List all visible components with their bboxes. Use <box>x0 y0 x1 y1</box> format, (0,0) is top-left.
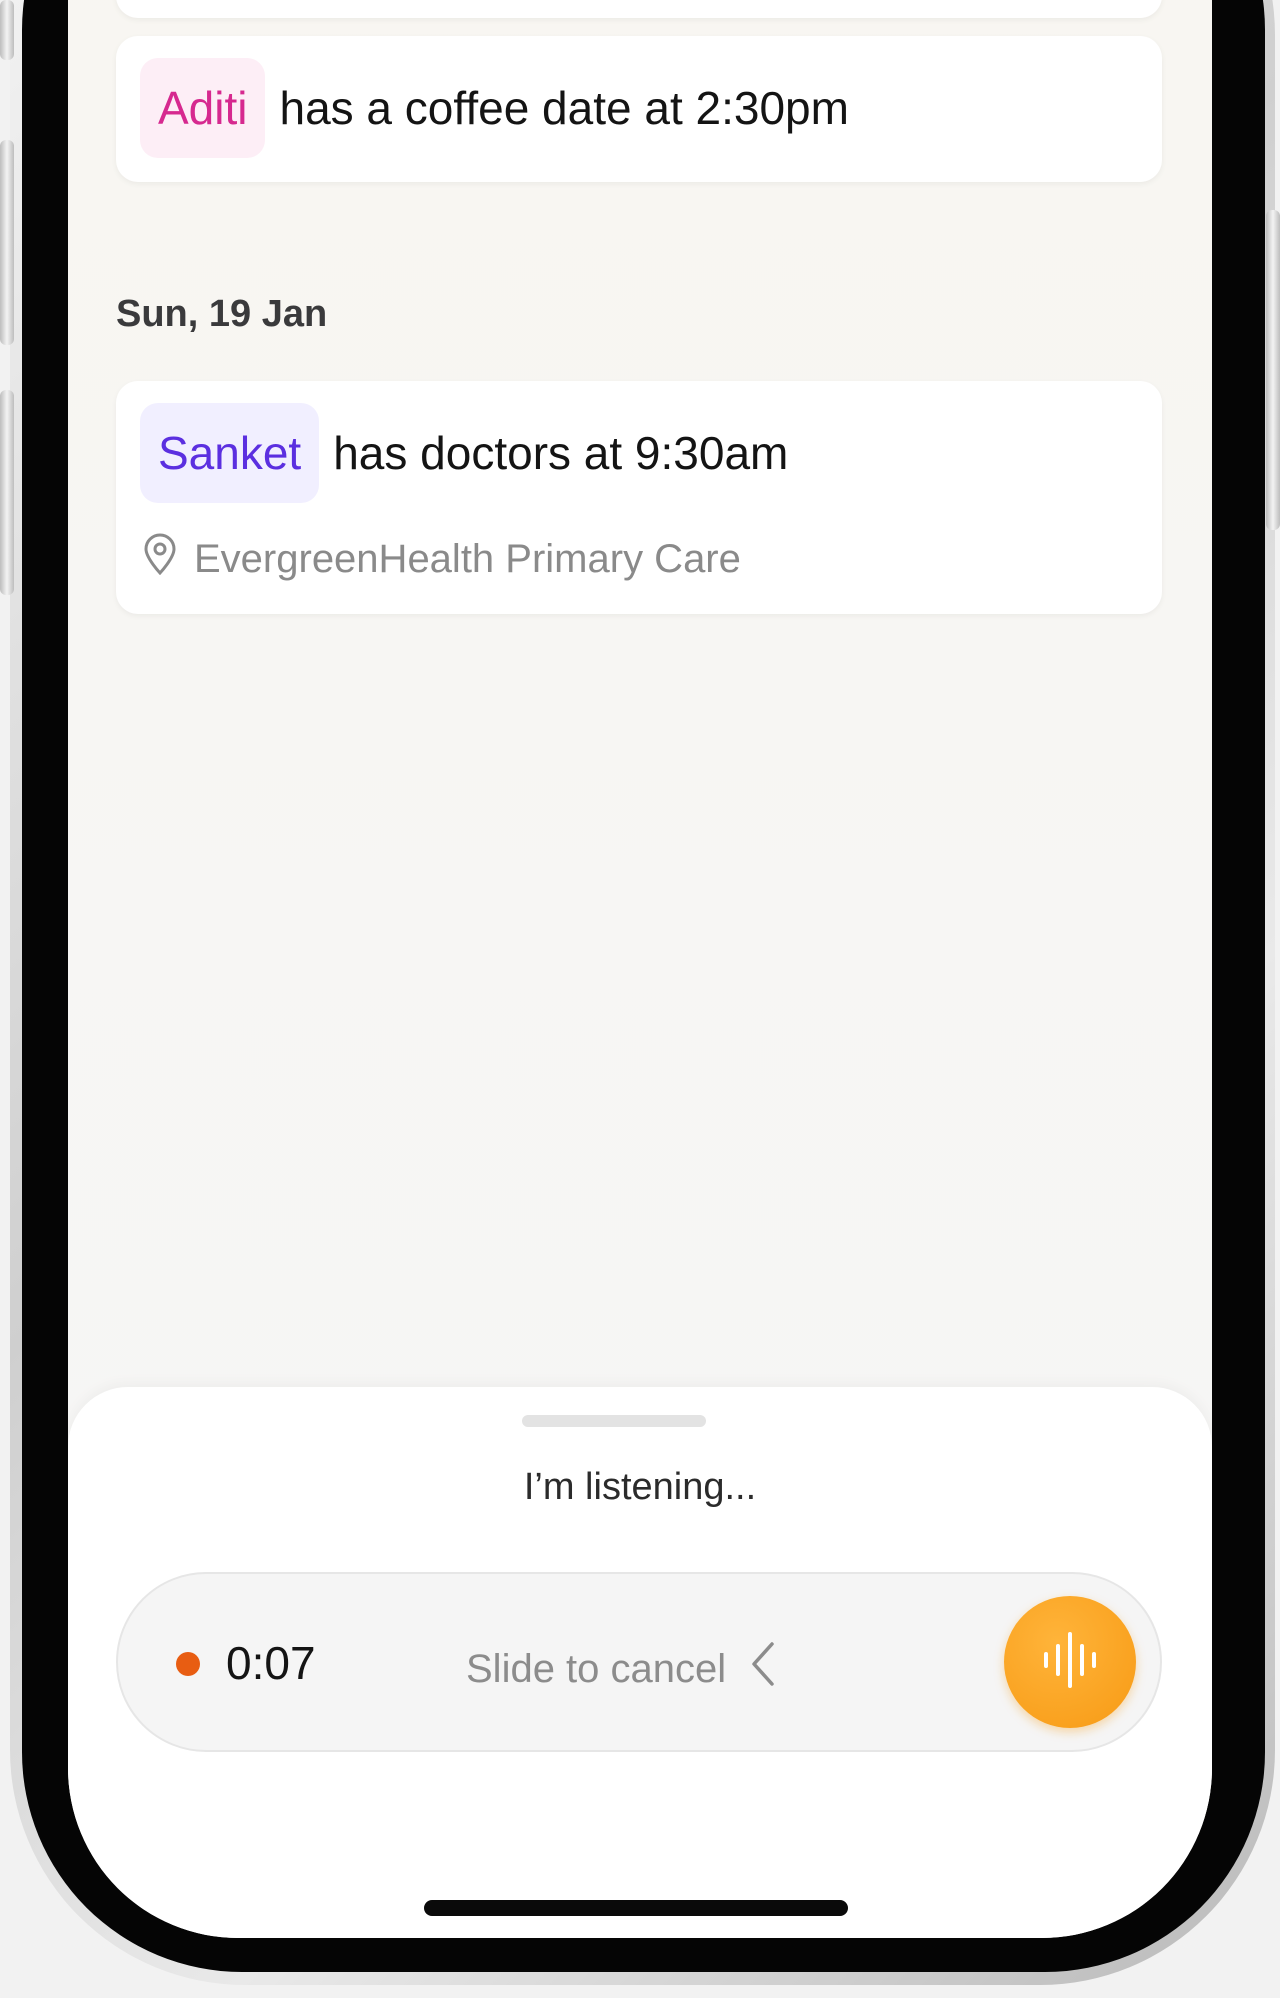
event-line: Sanket has doctors at 9:30am <box>140 403 788 503</box>
slide-to-cancel[interactable]: Slide to cancel <box>466 1640 776 1698</box>
power-button <box>1266 210 1280 530</box>
phone-side-button <box>0 0 14 60</box>
volume-up-button <box>0 140 14 345</box>
location-label: EvergreenHealth Primary Care <box>194 536 741 581</box>
event-card-previous[interactable] <box>116 0 1162 18</box>
event-description: has doctors at 9:30am <box>333 427 789 479</box>
voice-input-sheet: I’m listening... 0:07 Slide to cancel <box>68 1387 1212 1938</box>
map-pin-icon <box>142 533 194 585</box>
chevron-left-icon <box>726 1640 776 1698</box>
home-indicator[interactable] <box>424 1900 848 1916</box>
date-header: Sun, 19 Jan <box>116 293 328 335</box>
recording-timer: 0:07 <box>226 1637 316 1689</box>
listening-status: I’m listening... <box>523 1466 757 1508</box>
slide-to-cancel-label: Slide to cancel <box>466 1646 727 1691</box>
app-screen: Aditi has a coffee date at 2:30pm Sun, 1… <box>68 0 1212 1938</box>
event-description: has a coffee date at 2:30pm <box>279 82 849 134</box>
recording-dot-icon <box>176 1652 200 1676</box>
event-card-sanket[interactable]: Sanket has doctors at 9:30am EvergreenHe… <box>116 381 1162 614</box>
sheet-grabber[interactable] <box>522 1415 706 1427</box>
recording-bar[interactable]: 0:07 Slide to cancel <box>116 1572 1162 1752</box>
volume-down-button <box>0 390 14 595</box>
event-card-aditi[interactable]: Aditi has a coffee date at 2:30pm <box>116 36 1162 182</box>
event-location[interactable]: EvergreenHealth Primary Care <box>142 533 741 585</box>
voice-record-button[interactable] <box>1004 1596 1136 1728</box>
person-chip-sanket[interactable]: Sanket <box>140 403 320 503</box>
event-line: Aditi has a coffee date at 2:30pm <box>140 58 849 158</box>
waveform-icon <box>1038 1628 1102 1697</box>
person-chip-aditi[interactable]: Aditi <box>140 58 266 158</box>
